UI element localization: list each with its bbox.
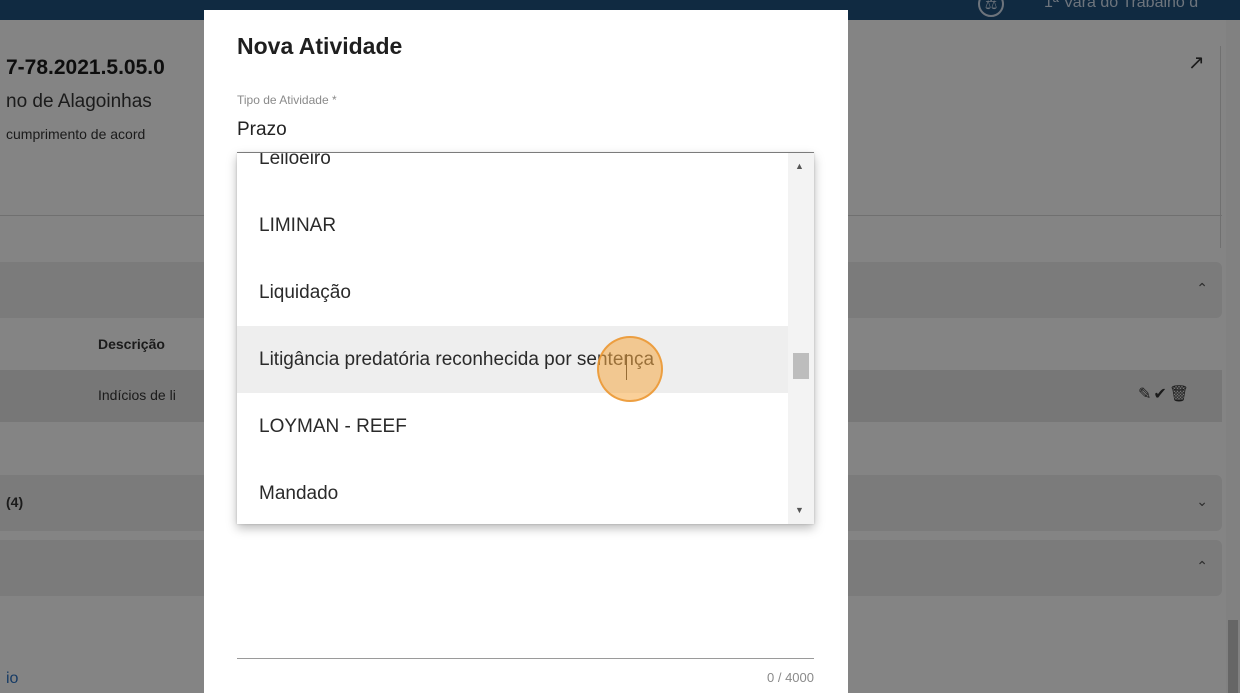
dropdown-option[interactable]: LIMINAR <box>237 192 788 259</box>
dialog-title: Nova Atividade <box>237 33 403 59</box>
dropdown-option[interactable]: Liquidação <box>237 259 788 326</box>
activity-type-label: Tipo de Atividade * <box>237 93 337 107</box>
dropdown-option[interactable]: Leiloeiro <box>237 153 788 192</box>
activity-type-dropdown[interactable]: Leiloeiro LIMINAR Liquidação Litigância … <box>237 153 814 524</box>
scroll-down-arrow-icon[interactable]: ▼ <box>795 505 804 515</box>
activity-type-select[interactable]: Prazo <box>237 119 287 141</box>
description-textarea-underline <box>237 658 814 659</box>
dropdown-scrollbar[interactable]: ▲ ▼ <box>788 153 814 524</box>
character-counter: 0 / 4000 <box>767 670 814 685</box>
dropdown-option[interactable]: Mandado <box>237 460 788 524</box>
scroll-up-arrow-icon[interactable]: ▲ <box>795 161 804 171</box>
dropdown-option[interactable]: LOYMAN - REEF <box>237 393 788 460</box>
dropdown-scrollbar-thumb[interactable] <box>793 353 809 379</box>
dropdown-option-hovered[interactable]: Litigância predatória reconhecida por se… <box>237 326 788 393</box>
click-indicator-icon <box>597 336 663 402</box>
